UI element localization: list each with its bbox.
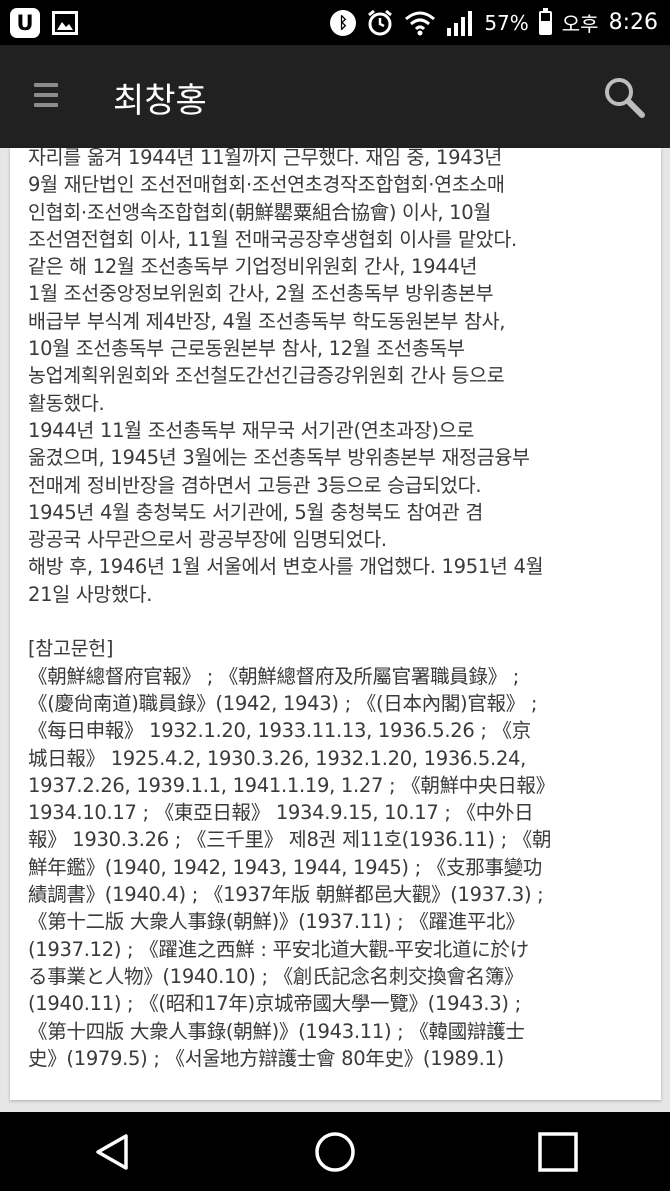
- article-line: 농업계획위원회와 조선철도간선긴급증강위원회 간사 등으로: [28, 364, 505, 388]
- article-line: 배급부 부식계 제4반장, 4월 조선총독부 학도동원본부 참사,: [28, 309, 506, 333]
- bluetooth-icon: ᛒ: [330, 9, 357, 36]
- home-button[interactable]: [310, 1127, 360, 1177]
- recents-button[interactable]: [533, 1127, 583, 1177]
- clock: 8:26: [608, 10, 658, 35]
- battery-level: [540, 21, 550, 33]
- reference-line: (1940.11) ; 《(昭和17年)京城帝國大學一覽》(1943.3) ;: [28, 992, 521, 1016]
- reference-line: 1937.2.26, 1939.1.1, 1941.1.19, 1.27 ; 《…: [28, 773, 555, 797]
- article-line: 10월 조선총독부 근로동원본부 참사, 12월 조선총독부: [28, 337, 465, 361]
- search-icon[interactable]: [602, 75, 646, 119]
- navigation-bar: [0, 1112, 670, 1191]
- references-list: 《朝鮮總督府官報》 ; 《朝鮮總督府及所屬官署職員錄》 ; 《(慶尙南道)職員錄》…: [28, 663, 653, 1072]
- status-bar: U ᛒ 57% 오후 8:26: [0, 0, 670, 45]
- page-title: 최창홍: [113, 81, 207, 121]
- article-body: 자리를 옮겨 1944년 11월까지 근무했다. 재임 중, 1943년 9월 재…: [28, 148, 653, 608]
- home-icon: [315, 1131, 355, 1172]
- article-line: 1월 조선중앙정보위원회 간사, 2월 조선총독부 방위총본부: [28, 282, 494, 306]
- signal-icon: [447, 10, 473, 36]
- u-plus-icon: U: [10, 7, 40, 38]
- menu-icon[interactable]: [34, 83, 58, 109]
- reference-line: 《第十二版 大衆人事錄(朝鮮)》(1937.11) ; 《躍進平北》: [28, 910, 525, 934]
- reference-line: 城日報》 1925.4.2, 1930.3.26, 1932.1.20, 193…: [28, 746, 527, 770]
- reference-line: る事業と人物》(1940.10) ; 《創氏記念名刺交換會名簿》: [28, 964, 524, 988]
- reference-line: 《第十四版 大衆人事錄(朝鮮)》(1943.11) ; 《韓國辯護士: [28, 1019, 525, 1043]
- recents-icon: [538, 1131, 579, 1172]
- reference-line: 1934.10.17 ; 《東亞日報》 1934.9.15, 10.17 ; 《…: [28, 801, 534, 825]
- status-left: U: [10, 7, 78, 38]
- reference-line: 史》(1979.5) ; 《서울地方辯護士會 80年史》(1989.1): [28, 1046, 504, 1070]
- image-icon: [52, 10, 78, 35]
- article-line: 해방 후, 1946년 1월 서울에서 변호사를 개업했다. 1951년 4월: [28, 555, 544, 579]
- reference-line: 《每日申報》 1932.1.20, 1933.11.13, 1936.5.26 …: [28, 719, 531, 743]
- article-line: 9월 재단법인 조선전매협회·조선연초경작조합협회·연초소매: [28, 173, 505, 197]
- reference-line: 鮮年鑑》(1940, 1942, 1943, 1944, 1945) ; 《支那…: [28, 855, 543, 879]
- alarm-icon: [368, 9, 393, 35]
- article-line: 광공국 사무관으로서 광공부장에 임명되었다.: [28, 528, 387, 552]
- reference-line: 《朝鮮總督府官報》 ; 《朝鮮總督府及所屬官署職員錄》 ;: [28, 664, 520, 688]
- status-right: ᛒ 57% 오후 8:26: [330, 7, 658, 37]
- article-line: 1945년 4월 충청북도 서기관에, 5월 충청북도 참여관 겸: [28, 500, 483, 524]
- article-line: 조선염전협회 이사, 11월 전매국공장후생협회 이사를 맡았다.: [28, 227, 517, 251]
- article-line: 활동했다.: [28, 391, 105, 415]
- references-heading: [참고문헌]: [28, 637, 114, 661]
- reference-line: 報》 1930.3.26 ; 《三千里》 제8권 제11호(1936.11) ;…: [28, 828, 552, 852]
- back-button[interactable]: [87, 1127, 137, 1177]
- battery-icon: [538, 7, 552, 35]
- wifi-icon: [405, 11, 436, 35]
- battery-percent: 57%: [484, 10, 529, 35]
- article-line: 인협회·조선앵속조합협회(朝鮮罌粟組合協會) 이사, 10월: [28, 200, 491, 224]
- article-content: 자리를 옮겨 1944년 11월까지 근무했다. 재임 중, 1943년 9월 재…: [28, 148, 653, 1072]
- article-line: 21일 사망했다.: [28, 582, 153, 606]
- app-bar: 최창홍: [0, 45, 670, 148]
- article-card: 자리를 옮겨 1944년 11월까지 근무했다. 재임 중, 1943년 9월 재…: [10, 148, 661, 1100]
- time-ampm: 오후: [561, 12, 599, 36]
- article-line: 옮겼으며, 1945년 3월에는 조선총독부 방위총본부 재정금융부: [28, 446, 530, 470]
- article-line: 1944년 11월 조선총독부 재무국 서기관(연초과장)으로: [28, 418, 475, 442]
- reference-line: (1937.12) ; 《躍進之西鮮 : 平安北道大觀-平安北道に於け: [28, 937, 529, 961]
- back-icon: [95, 1133, 128, 1170]
- article-line: 같은 해 12월 조선총독부 기업정비위원회 간사, 1944년: [28, 255, 478, 279]
- reference-line: 績調書》(1940.4) ; 《1937年版 朝鮮都邑大觀》(1937.3) ;: [28, 883, 544, 907]
- article-line: 전매계 정비반장을 겸하면서 고등관 3등으로 승급되었다.: [28, 473, 482, 497]
- article-line: 자리를 옮겨 1944년 11월까지 근무했다. 재임 중, 1943년: [28, 148, 503, 169]
- reference-line: 《(慶尙南道)職員錄》(1942, 1943) ; 《(日本內閣)官報》 ;: [28, 691, 538, 715]
